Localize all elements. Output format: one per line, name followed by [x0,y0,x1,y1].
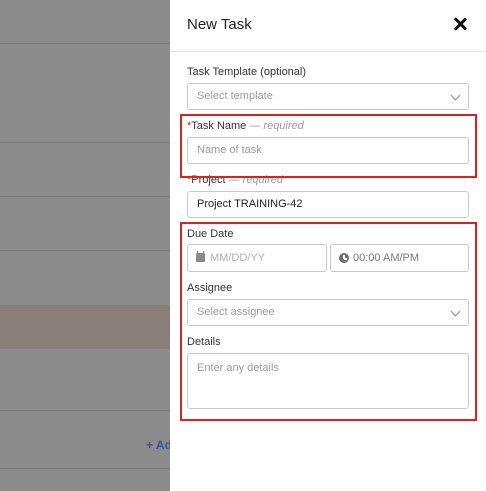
due-date-placeholder: MM/DD/YY [210,252,265,264]
chevron-down-icon [450,306,461,317]
background-add-link[interactable]: + Ad [146,438,172,452]
assignee-label: Assignee [187,282,233,294]
background-row-divider [0,142,170,143]
details-placeholder: Enter any details [197,362,279,374]
background-highlighted-row [0,305,170,349]
due-time-placeholder: 00:00 AM/PM [353,252,420,264]
task-template-placeholder: Select template [197,90,273,102]
assignee-placeholder: Select assignee [197,306,275,318]
chevron-down-icon [450,90,461,101]
due-date-input[interactable]: MM/DD/YY [187,244,327,272]
task-template-label: Task Template (optional) [187,66,307,78]
background-row-divider [0,196,170,197]
task-template-select[interactable]: Select template [187,83,469,110]
clock-icon [339,253,349,263]
task-name-input[interactable]: Name of task [187,137,469,164]
due-date-label: Due Date [187,228,234,240]
required-hint: — required [249,120,304,132]
background-row-divider [0,250,170,251]
assignee-select[interactable]: Select assignee [187,299,469,326]
background-row-divider [0,468,170,469]
details-textarea[interactable]: Enter any details [187,353,469,409]
required-hint: — required [228,174,284,186]
background-page [0,0,170,491]
due-time-input[interactable]: 00:00 AM/PM [330,244,469,272]
task-name-label-text: Task Name [191,120,247,132]
close-icon[interactable] [452,16,468,32]
task-name-label: *Task Name — required [187,120,304,132]
project-value: Project TRAINING-42 [197,198,303,210]
project-label: *Project — required [187,174,283,186]
new-task-panel: New Task Task Template (optional) Select… [170,0,486,491]
calendar-icon [196,251,205,262]
background-row-divider [0,43,170,44]
background-row-divider [0,410,170,411]
panel-title: New Task [187,16,252,33]
project-label-text: Project [191,174,226,186]
details-label: Details [187,336,221,348]
panel-header: New Task [170,0,486,52]
task-name-placeholder: Name of task [197,144,262,156]
project-input[interactable]: Project TRAINING-42 [187,191,469,218]
